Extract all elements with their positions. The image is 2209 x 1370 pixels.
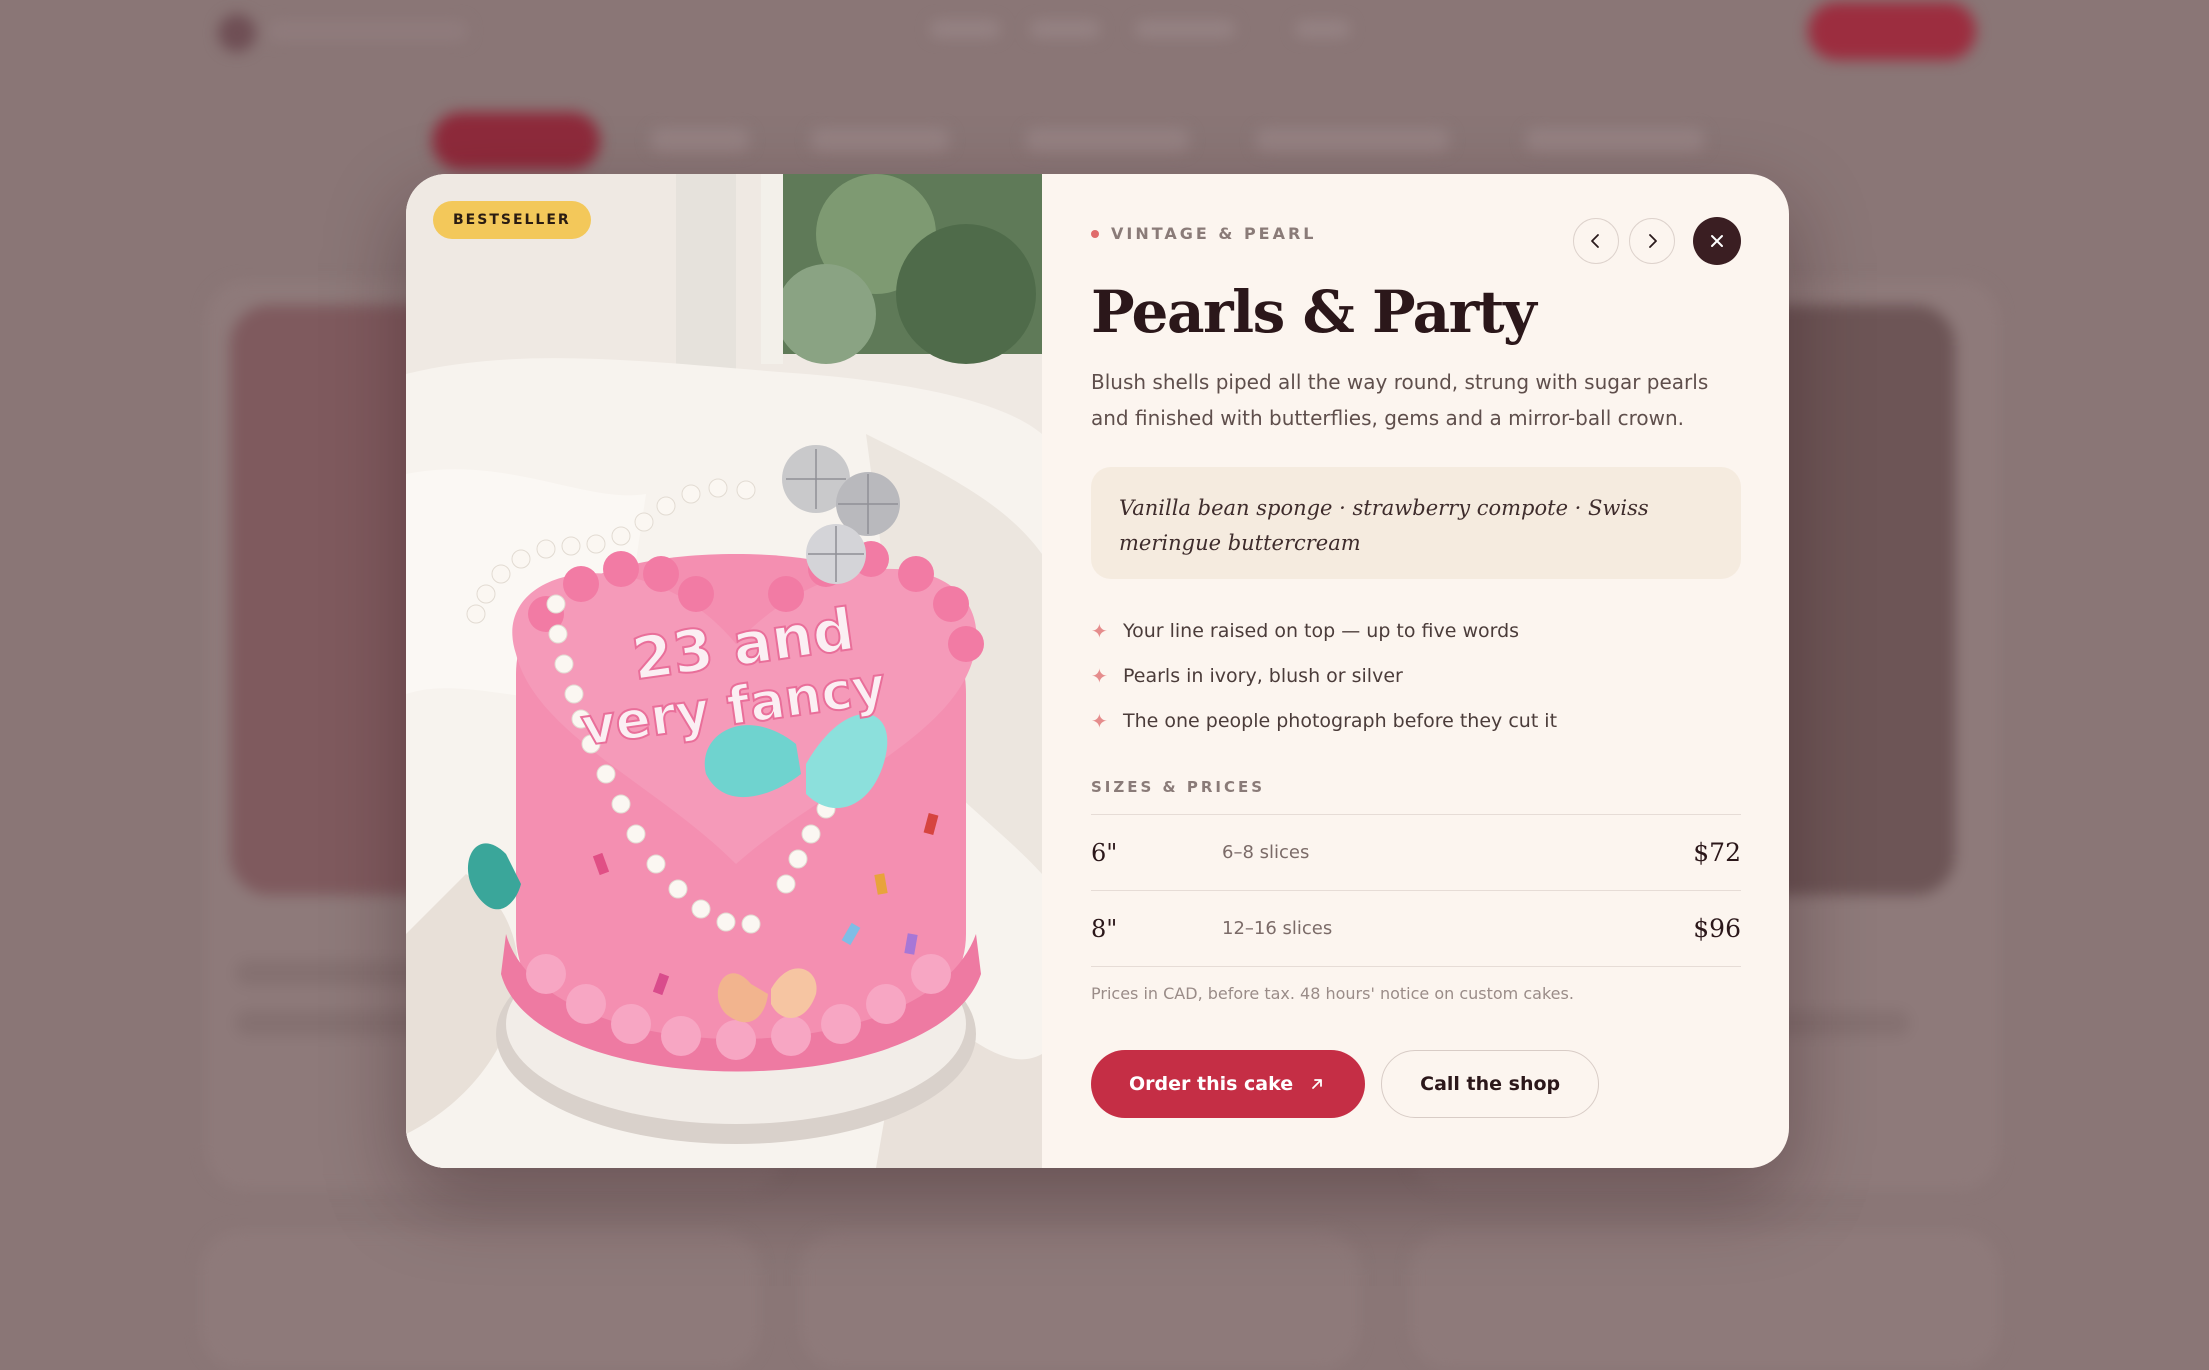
bg-filter-pill [1025, 128, 1190, 152]
close-icon [1711, 235, 1723, 247]
feature-text: The one people photograph before they cu… [1123, 709, 1558, 732]
collection-eyebrow: VINTAGE & PEARL [1091, 224, 1317, 243]
price-note: Prices in CAD, before tax. 48 hours' not… [1091, 984, 1574, 1003]
eyebrow-dot-icon [1091, 229, 1099, 238]
chevron-right-icon [1649, 234, 1657, 248]
size-price: $96 [1693, 914, 1741, 943]
size-value: 6" [1091, 838, 1118, 867]
product-image: 23 and very fancy BESTSELLER [406, 174, 1042, 1168]
bg-filter-pill [650, 128, 750, 152]
product-description: Blush shells piped all the way round, st… [1091, 370, 1709, 430]
modal-actions: Order this cake Call the shop [1091, 1050, 1600, 1118]
call-shop-button[interactable]: Call the shop [1381, 1050, 1600, 1118]
modal-nav [1573, 217, 1741, 265]
arrow-up-right-icon [1312, 1079, 1323, 1089]
sparkle-icon: ✦ [1091, 708, 1108, 733]
feature-text: Your line raised on top — up to five wor… [1123, 619, 1520, 642]
sparkle-icon: ✦ [1091, 618, 1108, 643]
bg-cta-button [1808, 2, 1976, 60]
cake-illustration: 23 and very fancy [406, 174, 1042, 1168]
size-value: 8" [1091, 914, 1118, 943]
sparkle-icon: ✦ [1091, 663, 1108, 688]
bg-logo-text [268, 20, 468, 42]
feature-item: ✦ Pearls in ivory, blush or silver [1091, 653, 1557, 698]
bg-nav-item [1030, 20, 1100, 38]
bestseller-badge: BESTSELLER [433, 201, 591, 239]
bg-nav-item [1295, 20, 1350, 38]
feature-item: ✦ Your line raised on top — up to five w… [1091, 608, 1557, 653]
feature-item: ✦ The one people photograph before they … [1091, 698, 1557, 743]
bg-nav-item [930, 20, 1000, 38]
order-button[interactable]: Order this cake [1091, 1050, 1366, 1118]
flavor-box: Vanilla bean sponge · strawberry compote… [1091, 467, 1741, 579]
size-slices: 6–8 slices [1222, 842, 1310, 863]
call-button-label: Call the shop [1420, 1073, 1561, 1095]
sizes-label: SIZES & PRICES [1091, 778, 1266, 796]
bg-card [800, 1230, 1360, 1370]
bg-logo [218, 14, 256, 52]
order-button-label: Order this cake [1129, 1073, 1294, 1095]
sizes-table: 6" 6–8 slices $72 8" 12–16 slices $96 [1091, 814, 1741, 967]
bg-nav-item [1135, 20, 1235, 38]
prev-button[interactable] [1573, 218, 1619, 264]
bg-filter-pill [810, 128, 950, 152]
size-slices: 12–16 slices [1222, 918, 1333, 939]
collection-label: VINTAGE & PEARL [1111, 224, 1317, 243]
next-button[interactable] [1629, 218, 1675, 264]
chevron-left-icon [1591, 234, 1599, 248]
product-title: Pearls & Party [1091, 278, 1537, 346]
bg-filter-pill [1525, 128, 1705, 152]
details-panel: VINTAGE & PEARL Pearls & Party Blush she… [1042, 174, 1789, 1168]
size-price: $72 [1693, 838, 1741, 867]
bg-card [200, 1230, 760, 1370]
bg-filter-pill [432, 112, 600, 170]
size-row: 8" 12–16 slices $96 [1091, 891, 1741, 967]
bg-filter-pill [1255, 128, 1450, 152]
feature-list: ✦ Your line raised on top — up to five w… [1091, 608, 1557, 743]
size-row: 6" 6–8 slices $72 [1091, 815, 1741, 891]
product-modal: 23 and very fancy BESTSELLER VINTAGE & P… [406, 174, 1789, 1168]
bg-card [1410, 1230, 2000, 1370]
feature-text: Pearls in ivory, blush or silver [1123, 664, 1403, 687]
close-button[interactable] [1693, 217, 1741, 265]
